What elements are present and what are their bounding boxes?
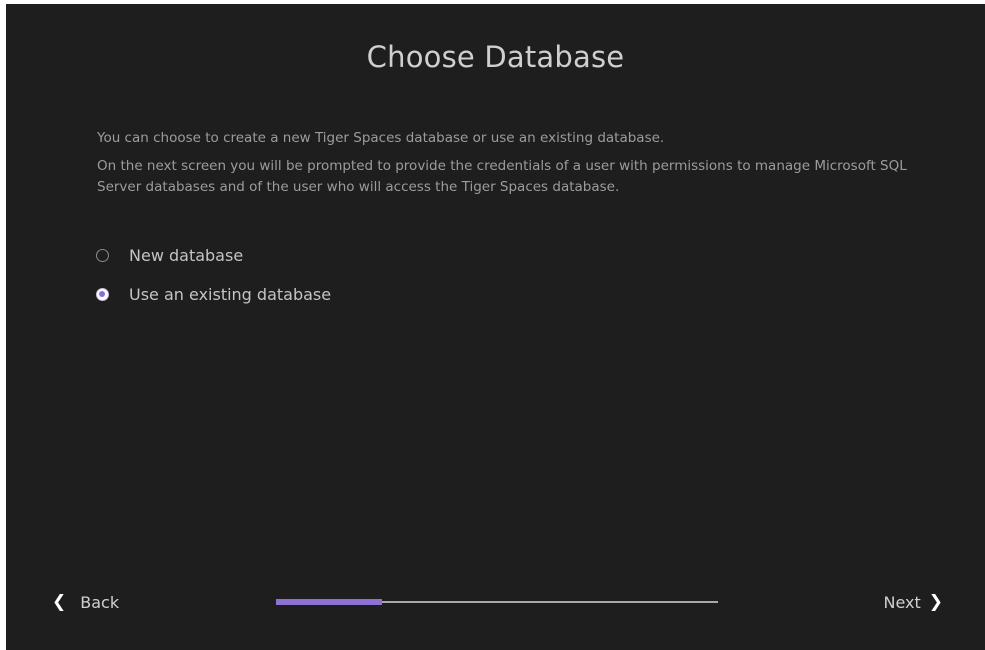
option-existing-database[interactable]: Use an existing database — [96, 283, 331, 305]
option-label-existing-database: Use an existing database — [129, 284, 332, 304]
option-label-new-database: New database — [129, 245, 244, 265]
intro-text: You can choose to create a new Tiger Spa… — [97, 128, 927, 205]
back-button[interactable]: ❮ Back — [52, 592, 119, 612]
radio-new-database[interactable] — [96, 248, 109, 262]
installer-window: Choose Database You can choose to create… — [6, 4, 985, 650]
page-title: Choose Database — [366, 40, 625, 74]
progress-bar — [276, 598, 718, 605]
next-button-label: Next — [883, 592, 921, 612]
option-new-database[interactable]: New database — [96, 244, 331, 266]
next-button[interactable]: Next ❯ — [883, 592, 943, 612]
database-options: New database Use an existing database — [96, 244, 331, 322]
intro-paragraph-2: On the next screen you will be prompted … — [97, 158, 907, 195]
intro-paragraph-1: You can choose to create a new Tiger Spa… — [97, 130, 665, 146]
chevron-left-icon: ❮ — [52, 592, 67, 612]
chevron-right-icon: ❯ — [928, 592, 943, 612]
back-button-label: Back — [80, 592, 120, 612]
radio-existing-database[interactable] — [96, 287, 109, 301]
progress-bar-fill — [276, 598, 383, 605]
